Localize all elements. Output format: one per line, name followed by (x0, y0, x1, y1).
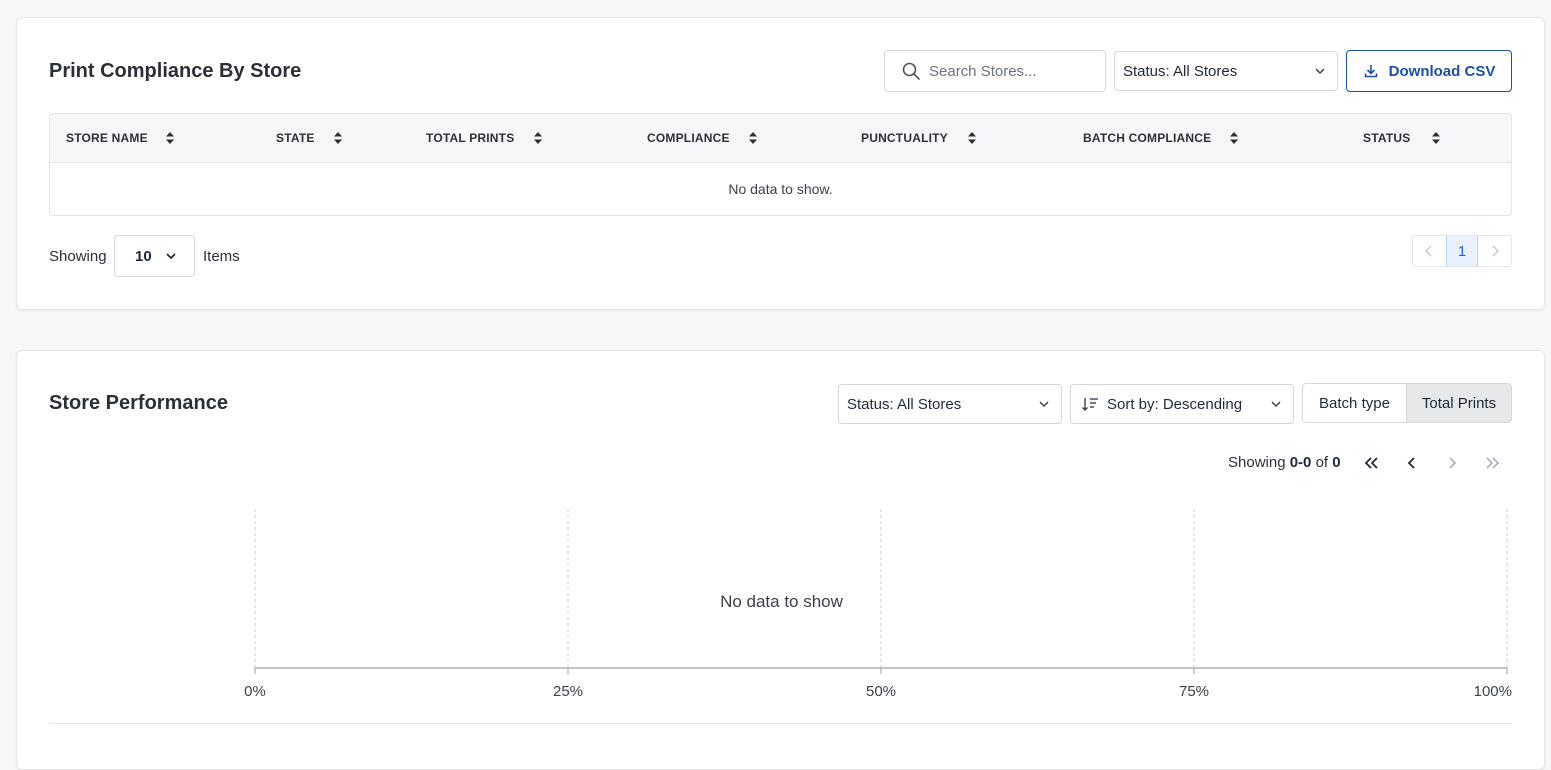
chevron-right-icon (1492, 245, 1499, 257)
x-tick-label: 0% (244, 683, 266, 700)
x-tick-label: 25% (553, 683, 583, 700)
column-header-total-prints[interactable]: TOTAL PRINTS (426, 114, 543, 162)
sort-icon (967, 132, 976, 144)
download-csv-button[interactable]: Download CSV (1346, 50, 1512, 92)
sort-icon (165, 132, 174, 144)
sort-icon (1432, 132, 1441, 144)
column-label: STORE NAME (66, 131, 148, 145)
print-compliance-card: Print Compliance By Store Status: All St… (16, 17, 1545, 310)
sort-icon (748, 132, 757, 144)
showing-label: Showing (49, 248, 107, 265)
sort-icon (534, 132, 543, 144)
column-label: COMPLIANCE (647, 131, 730, 145)
column-label: TOTAL PRINTS (426, 131, 515, 145)
sort-icon (333, 132, 342, 144)
column-header-batch-compliance[interactable]: BATCH COMPLIANCE (1083, 114, 1239, 162)
chart-empty-message: No data to show (720, 592, 843, 611)
pagination: 1 (1412, 235, 1512, 267)
page-size-select[interactable]: 10 (114, 235, 195, 277)
divider (49, 723, 1512, 724)
column-header-status[interactable]: STATUS (1363, 114, 1441, 162)
items-label: Items (203, 248, 240, 265)
table-empty-message: No data to show. (728, 181, 833, 197)
column-header-state[interactable]: STATE (276, 114, 343, 162)
store-performance-card: Store Performance Status: All Stores Sor… (16, 350, 1545, 770)
x-tick-label: 50% (866, 683, 896, 700)
search-icon (902, 62, 920, 80)
column-label: BATCH COMPLIANCE (1083, 131, 1212, 145)
page-button-1[interactable]: 1 (1445, 236, 1479, 266)
compliance-table: STORE NAME STATE TOTAL PRINTS COMPLIANCE… (49, 113, 1512, 216)
download-icon (1364, 65, 1377, 78)
next-page-button[interactable] (1478, 236, 1511, 266)
column-label: STATE (276, 131, 315, 145)
table-header: STORE NAME STATE TOTAL PRINTS COMPLIANCE… (50, 114, 1511, 163)
download-csv-label: Download CSV (1388, 62, 1496, 80)
compliance-title: Print Compliance By Store (49, 60, 302, 82)
column-header-compliance[interactable]: COMPLIANCE (647, 114, 758, 162)
chevron-down-icon (1315, 68, 1325, 75)
prev-page-button[interactable] (1413, 236, 1446, 266)
store-performance-chart: 0% 25% 50% 75% 100% (244, 509, 1512, 700)
chevron-down-icon (166, 253, 176, 260)
column-label: STATUS (1363, 131, 1411, 145)
page-size-value: 10 (135, 247, 152, 265)
chevron-left-icon (1425, 245, 1432, 257)
column-label: PUNCTUALITY (861, 131, 948, 145)
column-header-store-name[interactable]: STORE NAME (66, 114, 175, 162)
x-tick-label: 100% (1474, 683, 1512, 700)
x-tick-label: 75% (1179, 683, 1209, 700)
status-filter-label: Status: All Stores (1123, 62, 1238, 80)
column-header-punctuality[interactable]: PUNCTUALITY (861, 114, 977, 162)
sort-icon (1230, 132, 1239, 144)
status-filter-select[interactable]: Status: All Stores (1114, 51, 1338, 91)
search-input[interactable] (929, 62, 1099, 80)
store-search[interactable] (884, 50, 1106, 92)
